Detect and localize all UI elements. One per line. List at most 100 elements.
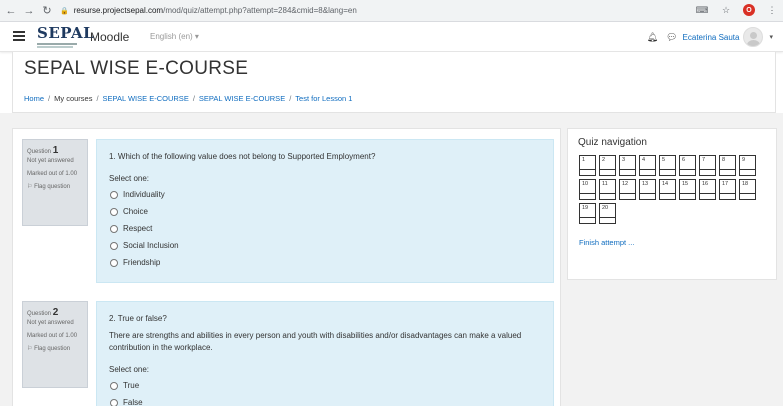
- url-path: /mod/quiz/attempt.php?attempt=284&cmid=8…: [163, 6, 357, 15]
- answer-option[interactable]: Respect: [109, 220, 541, 237]
- page-header: SEPAL WISE E-COURSE Home / My courses / …: [12, 52, 776, 113]
- main-area: Question 1 Not yet answered Marked out o…: [0, 113, 783, 406]
- hamburger-menu-icon[interactable]: [13, 31, 25, 41]
- breadcrumb-quiz[interactable]: Test for Lesson 1: [295, 94, 352, 103]
- quiz-nav-button[interactable]: 2: [599, 155, 616, 176]
- quiz-nav-button[interactable]: 10: [579, 179, 596, 200]
- radio-button[interactable]: [110, 190, 118, 199]
- quiz-nav-button[interactable]: 6: [679, 155, 696, 176]
- quiz-nav-button-number: 8: [722, 157, 726, 163]
- answer-label: True: [123, 381, 140, 390]
- answer-option[interactable]: Choice: [109, 203, 541, 220]
- notification-bell-icon[interactable]: 🔔︎: [647, 32, 658, 43]
- browser-toolbar: ← → ↻ 🔒 resurse.projectsepal.com/mod/qui…: [0, 0, 783, 22]
- quiz-nav-button[interactable]: 14: [659, 179, 676, 200]
- answer-list: Individuality Choice Respect Social Incl…: [109, 186, 541, 271]
- quiz-nav-button-number: 3: [622, 157, 626, 163]
- user-name[interactable]: Ecaterina Sauta: [683, 33, 740, 42]
- question-number: 1: [52, 145, 59, 156]
- back-icon[interactable]: ←: [4, 4, 18, 18]
- quiz-nav-button[interactable]: 1: [579, 155, 596, 176]
- radio-button[interactable]: [110, 207, 118, 216]
- quiz-nav-button-number: 13: [642, 181, 649, 187]
- star-icon[interactable]: ☆: [719, 3, 733, 17]
- quiz-nav-button[interactable]: 12: [619, 179, 636, 200]
- quiz-nav-button-number: 5: [662, 157, 666, 163]
- menu-dots-icon[interactable]: ⋮: [765, 3, 779, 17]
- quiz-nav-button[interactable]: 19: [579, 203, 596, 224]
- quiz-nav-button[interactable]: 16: [699, 179, 716, 200]
- quiz-nav-button-number: 7: [702, 157, 706, 163]
- breadcrumb-separator: /: [96, 94, 99, 103]
- breadcrumb-my-courses[interactable]: My courses: [54, 94, 92, 103]
- quiz-nav-button-number: 11: [602, 181, 608, 187]
- quiz-nav-button[interactable]: 9: [739, 155, 756, 176]
- quiz-nav-button-number: 2: [602, 157, 606, 163]
- translate-icon[interactable]: ⌨: [695, 3, 709, 17]
- quiz-nav-button-number: 15: [682, 181, 689, 187]
- extension-icon[interactable]: O: [743, 4, 755, 16]
- quiz-nav-button[interactable]: 13: [639, 179, 656, 200]
- quiz-nav-button[interactable]: 4: [639, 155, 656, 176]
- avatar[interactable]: [743, 27, 764, 47]
- quiz-nav-button[interactable]: 11: [599, 179, 616, 200]
- answer-label: False: [123, 398, 143, 406]
- user-menu-chevron-icon[interactable]: ▾: [769, 33, 773, 41]
- quiz-nav-button-number: 18: [742, 181, 749, 187]
- logo-tagline-2: [37, 46, 73, 48]
- quiz-nav-button[interactable]: 5: [659, 155, 676, 176]
- radio-button[interactable]: [110, 224, 118, 233]
- question-state: Not yet answered: [27, 158, 74, 164]
- radio-button[interactable]: [110, 398, 118, 406]
- flag-label: Flag question: [34, 184, 71, 190]
- question-info: Question 2 Not yet answered Marked out o…: [22, 301, 88, 388]
- quiz-nav-button[interactable]: 7: [699, 155, 716, 176]
- radio-button[interactable]: [110, 258, 118, 267]
- quiz-nav-button-number: 9: [742, 157, 746, 163]
- forward-icon[interactable]: →: [22, 4, 36, 18]
- course-title: SEPAL WISE E-COURSE: [24, 58, 249, 79]
- flag-label: Flag question: [34, 346, 71, 352]
- messages-icon[interactable]: 💬︎: [666, 32, 677, 43]
- quiz-nav-button[interactable]: 3: [619, 155, 636, 176]
- quiz-nav-button[interactable]: 15: [679, 179, 696, 200]
- breadcrumb-separator: /: [48, 94, 51, 103]
- language-menu[interactable]: English (en) ▾: [150, 32, 199, 41]
- breadcrumb: Home / My courses / SEPAL WISE E-COURSE …: [24, 94, 352, 103]
- site-navbar: SEPAL Moodle English (en) ▾ 🔔︎ 💬︎ Ecater…: [0, 22, 783, 52]
- breadcrumb-separator: /: [289, 94, 292, 103]
- site-logo[interactable]: SEPAL: [37, 24, 95, 48]
- question-number: 2: [52, 307, 59, 318]
- finish-attempt-link[interactable]: Finish attempt ...: [579, 238, 634, 247]
- radio-button[interactable]: [110, 381, 118, 390]
- quiz-nav-button[interactable]: 17: [719, 179, 736, 200]
- flag-icon: ⚐: [27, 346, 33, 352]
- breadcrumb-section[interactable]: SEPAL WISE E-COURSE: [199, 94, 285, 103]
- reload-icon[interactable]: ↻: [40, 4, 54, 18]
- question-label: Question: [27, 149, 52, 155]
- quiz-nav-button-number: 4: [642, 157, 646, 163]
- answer-label: Choice: [123, 207, 148, 216]
- answer-option[interactable]: True: [109, 377, 541, 394]
- quiz-nav-button[interactable]: 18: [739, 179, 756, 200]
- breadcrumb-home[interactable]: Home: [24, 94, 44, 103]
- flag-question-button[interactable]: ⚐ Flag question: [27, 183, 83, 190]
- answer-option[interactable]: Friendship: [109, 254, 541, 271]
- question-number-line: Question 1: [27, 145, 83, 156]
- quiz-nav-button[interactable]: 8: [719, 155, 736, 176]
- answer-prompt: Select one:: [109, 365, 150, 374]
- breadcrumb-course[interactable]: SEPAL WISE E-COURSE: [103, 94, 189, 103]
- answer-option[interactable]: False: [109, 394, 541, 406]
- quiz-nav-button[interactable]: 20: [599, 203, 616, 224]
- flag-question-button[interactable]: ⚐ Flag question: [27, 345, 83, 352]
- site-name[interactable]: Moodle: [90, 30, 129, 44]
- answer-option[interactable]: Individuality: [109, 186, 541, 203]
- answer-option[interactable]: Social Inclusion: [109, 237, 541, 254]
- logo-text: SEPAL: [37, 24, 95, 42]
- breadcrumb-separator: /: [192, 94, 195, 103]
- address-bar[interactable]: 🔒 resurse.projectsepal.com/mod/quiz/atte…: [60, 2, 700, 19]
- question-info: Question 1 Not yet answered Marked out o…: [22, 139, 88, 226]
- radio-button[interactable]: [110, 241, 118, 250]
- answer-label: Individuality: [123, 190, 165, 199]
- answer-prompt: Select one:: [109, 174, 150, 183]
